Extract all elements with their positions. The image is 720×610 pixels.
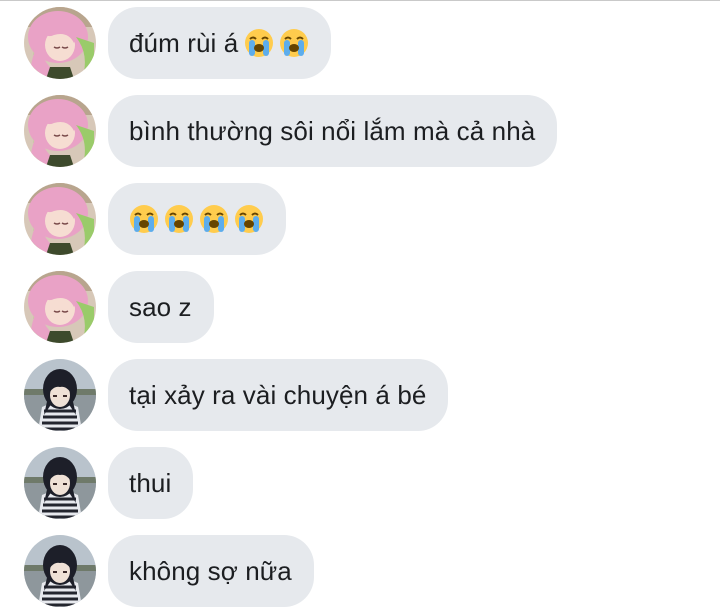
avatar[interactable] bbox=[24, 7, 96, 79]
message-bubble[interactable]: bình thường sôi nổi lắm mà cả nhà bbox=[108, 95, 558, 167]
avatar[interactable] bbox=[24, 95, 96, 167]
message-row: đúm rùi á bbox=[0, 7, 720, 79]
message-row bbox=[0, 183, 720, 255]
message-bubble[interactable]: đúm rùi á bbox=[108, 7, 332, 79]
message-text: sao z bbox=[129, 291, 192, 322]
avatar[interactable] bbox=[24, 447, 96, 519]
message-text: không sợ nữa bbox=[129, 555, 292, 586]
message-row: bình thường sôi nổi lắm mà cả nhà bbox=[0, 95, 720, 167]
message-bubble[interactable] bbox=[108, 183, 286, 255]
top-divider bbox=[0, 0, 720, 1]
dark-hair-avatar-icon bbox=[24, 359, 96, 431]
emoji-group bbox=[129, 204, 264, 234]
message-bubble[interactable]: tại xảy ra vài chuyện á bé bbox=[108, 359, 449, 431]
dark-hair-avatar-icon bbox=[24, 447, 96, 519]
message-text: bình thường sôi nổi lắm mà cả nhà bbox=[129, 115, 536, 146]
message-bubble[interactable]: không sợ nữa bbox=[108, 535, 314, 607]
loudly-crying-face-icon bbox=[165, 205, 193, 233]
message-row: sao z bbox=[0, 271, 720, 343]
pink-hair-avatar-icon bbox=[24, 95, 96, 167]
avatar[interactable] bbox=[24, 271, 96, 343]
message-bubble[interactable]: sao z bbox=[108, 271, 214, 343]
message-row: thui bbox=[0, 447, 720, 519]
loudly-crying-face-icon bbox=[200, 205, 228, 233]
message-bubble[interactable]: thui bbox=[108, 447, 194, 519]
pink-hair-avatar-icon bbox=[24, 183, 96, 255]
message-row: không sợ nữa bbox=[0, 535, 720, 607]
message-text: tại xảy ra vài chuyện á bé bbox=[129, 379, 427, 410]
loudly-crying-face-icon bbox=[235, 205, 263, 233]
avatar[interactable] bbox=[24, 183, 96, 255]
message-row: tại xảy ra vài chuyện á bé bbox=[0, 359, 720, 431]
message-text: đúm rùi á bbox=[129, 27, 239, 58]
loudly-crying-face-icon bbox=[280, 29, 309, 57]
loudly-crying-face-icon bbox=[245, 29, 274, 57]
loudly-crying-face-icon bbox=[130, 205, 158, 233]
pink-hair-avatar-icon bbox=[24, 271, 96, 343]
pink-hair-avatar-icon bbox=[24, 7, 96, 79]
emoji-group bbox=[244, 28, 309, 58]
dark-hair-avatar-icon bbox=[24, 535, 96, 607]
avatar[interactable] bbox=[24, 535, 96, 607]
message-text: thui bbox=[129, 467, 172, 498]
avatar[interactable] bbox=[24, 359, 96, 431]
